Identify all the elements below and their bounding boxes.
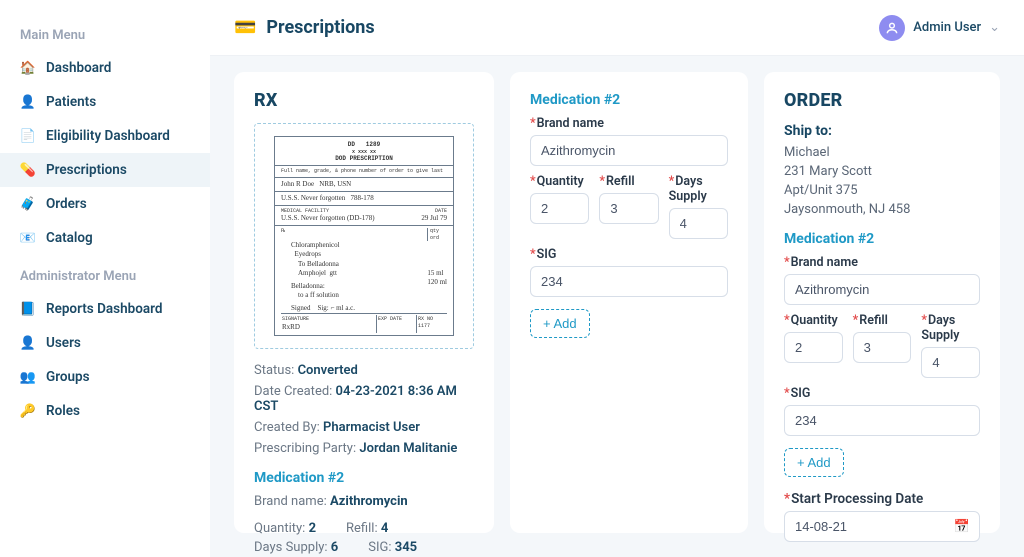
order-heading: ORDER xyxy=(784,90,980,111)
med-form-title: Medication #2 xyxy=(530,92,728,108)
chevron-down-icon: ⌄ xyxy=(989,20,1000,35)
avatar xyxy=(879,15,905,41)
sidebar-item-patients[interactable]: 👤 Patients xyxy=(0,85,210,119)
sidebar-item-users[interactable]: 👤 Users xyxy=(0,326,210,360)
rx-medication-summary: Medication #2 Brand name: Azithromycin Q… xyxy=(254,470,474,555)
order-days-label: Days Supply xyxy=(921,313,980,343)
order-card: ORDER Ship to: Michael 231 Mary Scott Ap… xyxy=(764,72,1000,533)
rx-sig: SIG: 345 xyxy=(368,540,417,555)
reports-icon: 📘 xyxy=(20,301,36,317)
start-date-input[interactable] xyxy=(784,511,980,542)
sidebar-item-label: Dashboard xyxy=(46,60,111,76)
order-sig-label: SIG xyxy=(784,386,980,401)
sidebar-item-label: Users xyxy=(46,335,81,351)
order-refill-input[interactable] xyxy=(853,332,912,363)
user-menu[interactable]: Admin User ⌄ xyxy=(879,15,1000,41)
order-qty-input[interactable] xyxy=(784,332,843,363)
sidebar-item-dashboard[interactable]: 🏠 Dashboard xyxy=(0,51,210,85)
sidebar-item-label: Reports Dashboard xyxy=(46,301,162,317)
rx-med-title: Medication #2 xyxy=(254,470,474,486)
sidebar-item-label: Eligibility Dashboard xyxy=(46,128,170,144)
prescriptions-icon: 💊 xyxy=(20,162,36,178)
home-icon: 🏠 xyxy=(20,60,36,76)
rx-card: RX DD 1289 x xxx xx DOD PRESCRIPTION Ful… xyxy=(234,72,494,533)
start-date-label: Start Processing Date xyxy=(784,491,980,507)
rx-status: Status: Converted xyxy=(254,363,474,378)
sidebar-item-orders[interactable]: 🧳 Orders xyxy=(0,187,210,221)
qty-input[interactable] xyxy=(530,193,589,224)
main-area: 💳 Prescriptions Admin User ⌄ RX DD 1289 … xyxy=(210,0,1024,557)
rx-created-by: Created By: Pharmacist User xyxy=(254,420,474,435)
sidebar-item-label: Roles xyxy=(46,403,80,419)
sidebar-item-label: Catalog xyxy=(46,230,93,246)
qty-label: Quantity xyxy=(530,174,589,189)
refill-label: Refill xyxy=(599,174,658,189)
content: RX DD 1289 x xxx xx DOD PRESCRIPTION Ful… xyxy=(210,56,1024,557)
sidebar-item-catalog[interactable]: 📧 Catalog xyxy=(0,221,210,255)
rx-paper-preview: DD 1289 x xxx xx DOD PRESCRIPTION Full n… xyxy=(274,136,454,336)
sidebar-item-label: Prescriptions xyxy=(46,162,127,178)
orders-icon: 🧳 xyxy=(20,196,36,212)
rx-qty: Quantity: 2 xyxy=(254,521,316,536)
sidebar-item-eligibility[interactable]: 📄 Eligibility Dashboard xyxy=(0,119,210,153)
rx-brand: Brand name: Azithromycin xyxy=(254,494,474,509)
medication-form-card: Medication #2 Brand name Quantity Refill… xyxy=(510,72,748,533)
order-qty-label: Quantity xyxy=(784,313,843,328)
page-title-icon: 💳 xyxy=(234,17,256,38)
order-add-button[interactable]: + Add xyxy=(784,448,844,477)
sidebar-item-label: Groups xyxy=(46,369,90,385)
admin-menu-header: Administrator Menu xyxy=(0,263,210,292)
sidebar: Main Menu 🏠 Dashboard 👤 Patients 📄 Eligi… xyxy=(0,0,210,557)
ship-to-label: Ship to: xyxy=(784,123,980,139)
rx-heading: RX xyxy=(254,90,474,111)
ship-line3: Jaysonmouth, NJ 458 xyxy=(784,202,980,217)
user-name: Admin User xyxy=(913,20,981,35)
order-sig-input[interactable] xyxy=(784,405,980,436)
sidebar-item-label: Orders xyxy=(46,196,87,212)
order-days-input[interactable] xyxy=(921,347,980,378)
ship-line2: Apt/Unit 375 xyxy=(784,183,980,198)
days-label: Days Supply xyxy=(669,174,728,204)
sidebar-item-groups[interactable]: 👥 Groups xyxy=(0,360,210,394)
ship-line1: 231 Mary Scott xyxy=(784,164,980,179)
ship-name: Michael xyxy=(784,145,980,160)
sidebar-item-prescriptions[interactable]: 💊 Prescriptions xyxy=(0,153,210,187)
eligibility-icon: 📄 xyxy=(20,128,36,144)
sidebar-item-reports[interactable]: 📘 Reports Dashboard xyxy=(0,292,210,326)
days-input[interactable] xyxy=(669,208,728,239)
sidebar-item-roles[interactable]: 🔑 Roles xyxy=(0,394,210,428)
refill-input[interactable] xyxy=(599,193,658,224)
patients-icon: 👤 xyxy=(20,94,36,110)
main-menu-header: Main Menu xyxy=(0,22,210,51)
sig-label: SIG xyxy=(530,247,728,262)
catalog-icon: 📧 xyxy=(20,230,36,246)
sig-input[interactable] xyxy=(530,266,728,297)
rx-refill: Refill: 4 xyxy=(346,521,388,536)
order-med-title: Medication #2 xyxy=(784,231,980,247)
add-medication-button[interactable]: + Add xyxy=(530,309,590,338)
page-title: Prescriptions xyxy=(266,17,374,38)
users-icon: 👤 xyxy=(20,335,36,351)
brand-input[interactable] xyxy=(530,135,728,166)
groups-icon: 👥 xyxy=(20,369,36,385)
roles-icon: 🔑 xyxy=(20,403,36,419)
order-refill-label: Refill xyxy=(853,313,912,328)
rx-date-created: Date Created: 04-23-2021 8:36 AM CST xyxy=(254,384,474,414)
topbar: 💳 Prescriptions Admin User ⌄ xyxy=(210,0,1024,56)
order-brand-input[interactable] xyxy=(784,274,980,305)
rx-days: Days Supply: 6 xyxy=(254,540,338,555)
rx-prescribing-party: Prescribing Party: Jordan Malitanie xyxy=(254,441,474,456)
sidebar-item-label: Patients xyxy=(46,94,96,110)
order-brand-label: Brand name xyxy=(784,255,980,270)
brand-label: Brand name xyxy=(530,116,728,131)
rx-image-box[interactable]: DD 1289 x xxx xx DOD PRESCRIPTION Full n… xyxy=(254,123,474,349)
